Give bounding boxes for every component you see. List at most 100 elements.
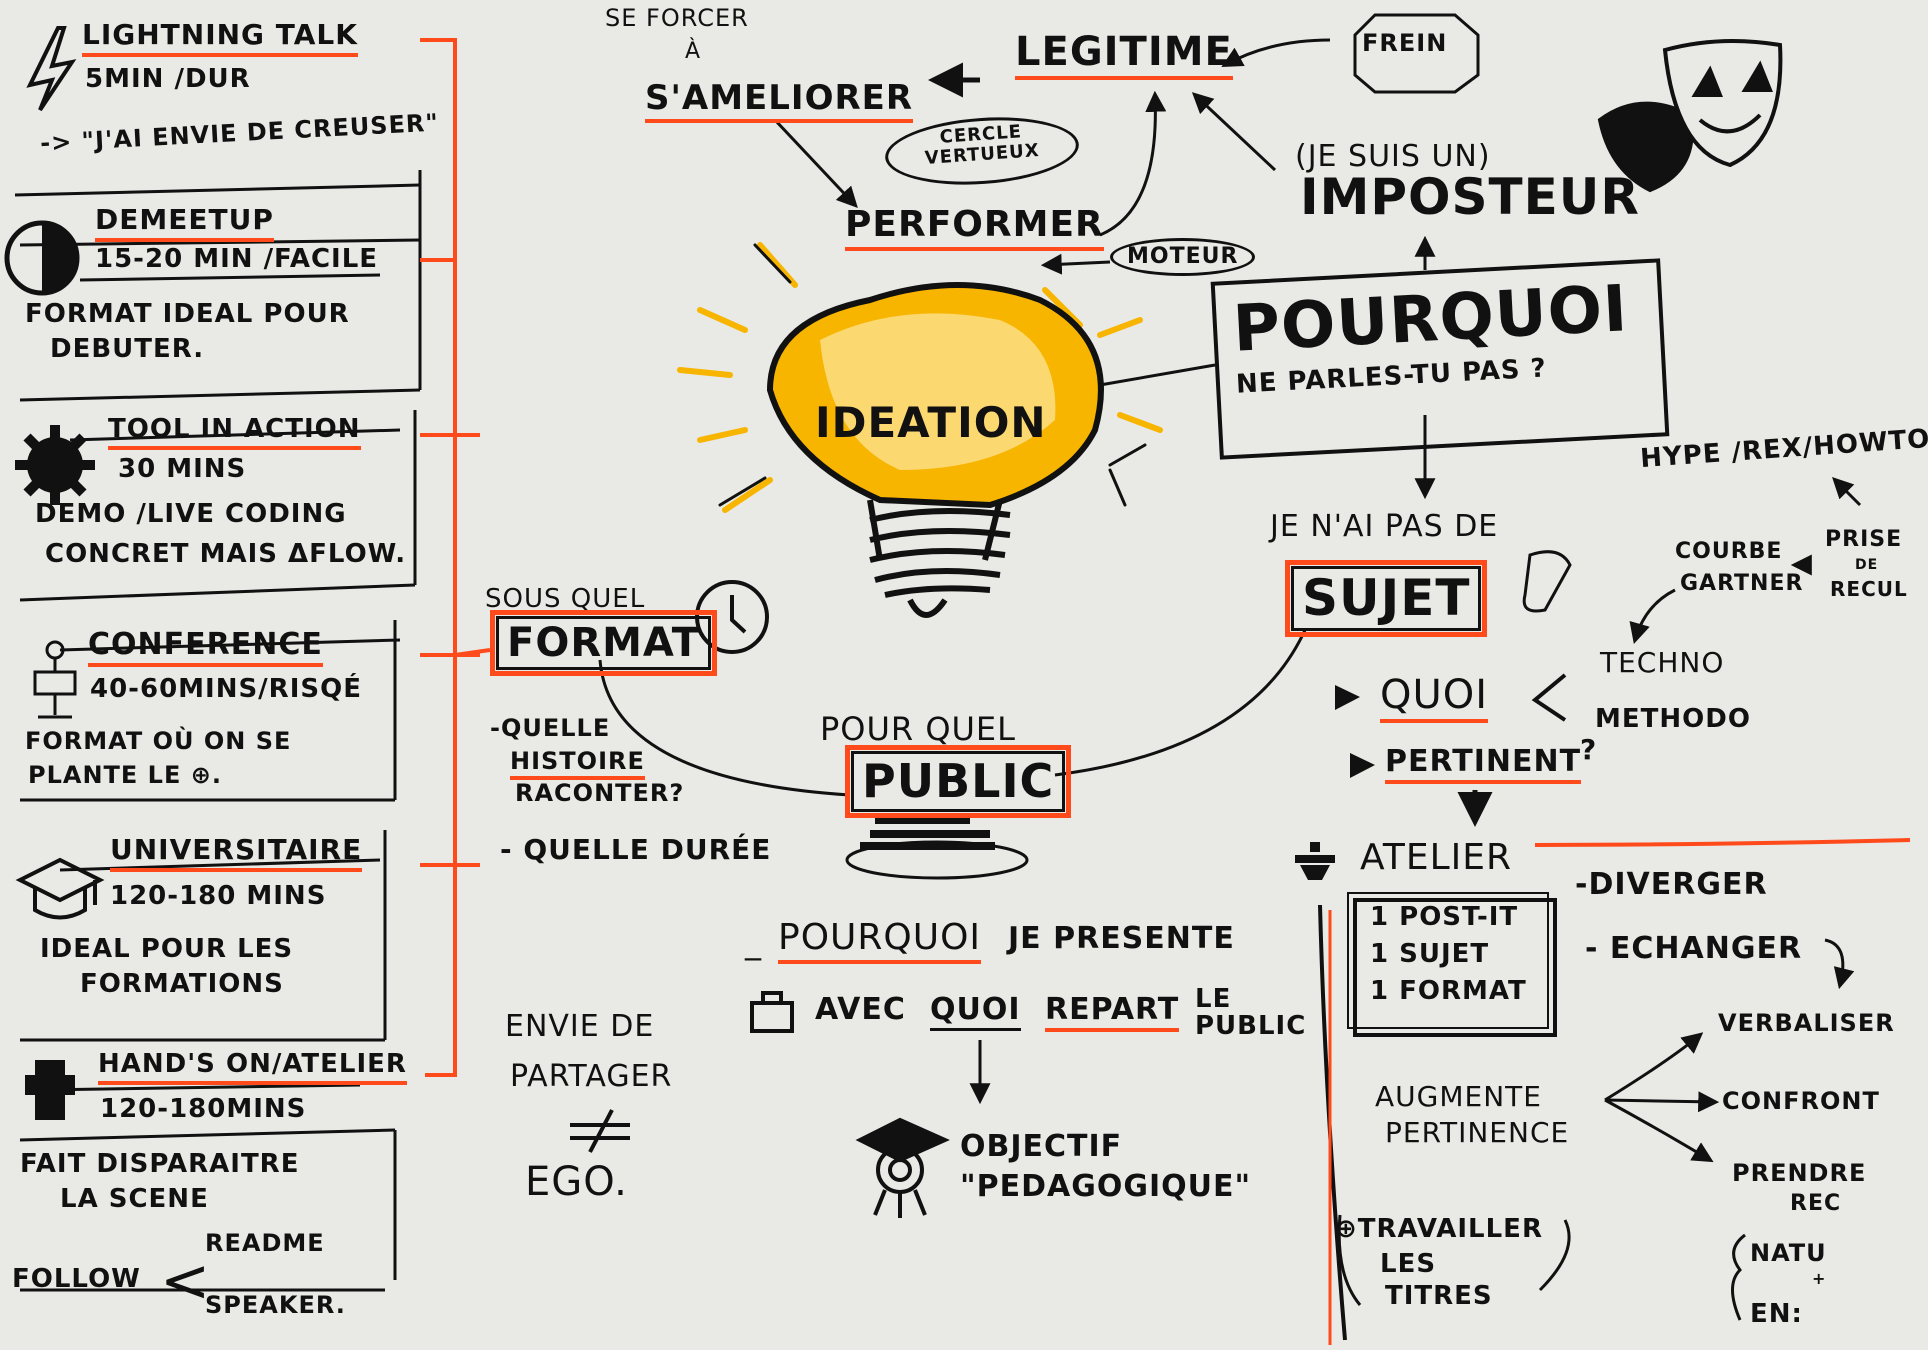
format-node: FORMAT [490, 610, 718, 676]
courbe-line: COURBE [1675, 539, 1783, 564]
pedagogique-text: "PEDAGOGIQUE" [960, 1169, 1252, 1204]
format-desc: DEBUTER. [50, 334, 205, 364]
avec-text: AVEC [815, 992, 906, 1027]
question-mark: ? [1580, 733, 1598, 766]
techno-text: TECHNO [1600, 646, 1725, 679]
ego-text: EGO. [525, 1159, 628, 1205]
quoi-node: QUOI [1380, 673, 1489, 723]
moteur-bubble: MOTEUR [1110, 238, 1256, 277]
repart-text: REPART [1045, 993, 1180, 1032]
bag-icon [750, 991, 794, 1033]
se-forcer-text: SE FORCER [605, 4, 749, 32]
legitime-text: LEGITIME [1015, 30, 1233, 80]
verbaliser-text: VERBALISER [1718, 1009, 1895, 1037]
bullet-triangle [1350, 753, 1375, 778]
nature-bracket [1731, 1233, 1746, 1321]
scroll-icon [1522, 550, 1572, 613]
sketchnote-board: LIGHTNING TALK 5MIN /DUR -> "J'AI ENVIE … [0, 0, 1928, 1350]
je-nai-text: JE N'AI PAS DE [1270, 509, 1499, 544]
format-duration: 40-60MINS/RISQÉ [90, 674, 362, 704]
travailler-line: LES [1380, 1249, 1437, 1279]
format-desc: IDEAL POUR LES [40, 934, 294, 964]
format-title: CONFERENCE [88, 628, 323, 667]
format-duration: 15-20 MIN /FACILE [95, 244, 379, 274]
pourquoi-present: POURQUOI [778, 918, 982, 964]
atelier-box-line: 1 POST-IT [1370, 902, 1519, 932]
follow-item: README [205, 1229, 325, 1257]
atelier-box-line: 1 FORMAT [1370, 976, 1527, 1006]
je-presente: JE PRESENTE [1008, 921, 1235, 956]
prise-line: PRISE [1825, 527, 1903, 552]
format-desc: FORMAT IDEAL POUR [25, 299, 350, 329]
le-text: LE [1195, 984, 1232, 1014]
format-duration: 120-180 MINS [110, 881, 327, 911]
atelier-title: ATELIER [1360, 837, 1513, 878]
envie-line: ENVIE DE [505, 1009, 655, 1044]
methodo-text: METHODO [1595, 704, 1751, 734]
a-text: À [685, 39, 702, 64]
prendre-line: PRENDRE [1732, 1159, 1867, 1187]
not-equal-text: ≠ [578, 1098, 580, 1099]
format-duration: 120-180MINS [100, 1094, 307, 1124]
question-line: HISTOIRE [510, 748, 645, 781]
imposteur-text: IMPOSTEUR [1300, 168, 1640, 226]
ideation-text: IDEATION [815, 398, 1047, 447]
nature-line: + [1812, 1269, 1827, 1288]
format-duration: 30 MINS [118, 454, 247, 484]
lightning-icon [26, 26, 77, 112]
format-title: DEMEETUP [95, 204, 274, 242]
format-desc: FORMAT OÙ ON SE [25, 727, 292, 755]
format-desc: DEMO /LIVE CODING [35, 499, 347, 529]
format-title: UNIVERSITAIRE [110, 834, 363, 872]
travailler-line: TITRES [1385, 1281, 1493, 1311]
public-text: PUBLIC [1195, 1011, 1307, 1041]
pourquoi-box: POURQUOI NE PARLES-TU PAS ? [1210, 258, 1670, 460]
format-desc: FAIT DISPARAITRE [20, 1149, 300, 1179]
sujet-node: SUJET [1285, 560, 1488, 637]
follow-bracket: < [160, 1246, 212, 1316]
format-desc: FORMATIONS [80, 969, 284, 999]
hand-icon [25, 1060, 75, 1120]
question-line: -QUELLE [490, 714, 611, 742]
format-desc: LA SCENE [60, 1184, 209, 1214]
half-moon-icon [4, 220, 80, 296]
pourquoi-text: POURQUOI [1231, 272, 1630, 367]
prendre-line: REC [1790, 1191, 1842, 1216]
echanger-text: - ECHANGER [1585, 931, 1803, 966]
format-title: LIGHTNING TALK [82, 19, 358, 57]
gear-icon [15, 425, 95, 505]
travailler-line: ⊕TRAVAILLER [1335, 1214, 1543, 1244]
s-ameliorer-text: S'AMELIORER [645, 79, 914, 124]
prise-line: RECUL [1830, 577, 1908, 601]
public-node: PUBLIC [845, 745, 1072, 818]
quoi-text: QUOI [930, 993, 1021, 1031]
target-icon [855, 1117, 950, 1218]
courbe-line: GARTNER [1680, 571, 1804, 596]
speaker-podium-icon [33, 640, 77, 719]
format-title: TOOL IN ACTION [108, 415, 361, 450]
question-duree: - QUELLE DURÉE [500, 833, 772, 866]
question-line: RACONTER? [515, 779, 685, 807]
performer-text: PERFORMER [845, 205, 1104, 251]
nature-line: EN: [1750, 1299, 1803, 1329]
envie-line: PARTAGER [510, 1059, 673, 1094]
atelier-box-line: 1 SUJET [1370, 939, 1490, 969]
format-title: HAND'S ON/ATELIER [98, 1050, 407, 1085]
confront-text: CONFRONT [1722, 1087, 1880, 1115]
prise-line: DE [1855, 557, 1879, 573]
nature-line: NATU [1750, 1239, 1827, 1267]
format-desc: CONCRET MAIS ΔFLOW. [45, 539, 407, 569]
frein-text: FREIN [1362, 29, 1448, 57]
dash-text: _ [745, 923, 762, 961]
format-duration: 5MIN /DUR [85, 64, 251, 94]
augmente-line: PERTINENCE [1385, 1116, 1570, 1149]
augmente-line: AUGMENTE [1375, 1080, 1542, 1113]
pertinent-node: PERTINENT [1385, 745, 1582, 784]
diverger-text: -DIVERGER [1575, 867, 1768, 902]
follow-item: SPEAKER. [205, 1291, 346, 1319]
format-desc: PLANTE LE ⊕. [28, 761, 222, 789]
bullet-triangle [1335, 685, 1360, 710]
pour-quel-text: POUR QUEL [820, 710, 1016, 748]
objectif-text: OBJECTIF [960, 1129, 1123, 1164]
follow-label: FOLLOW [12, 1264, 141, 1294]
